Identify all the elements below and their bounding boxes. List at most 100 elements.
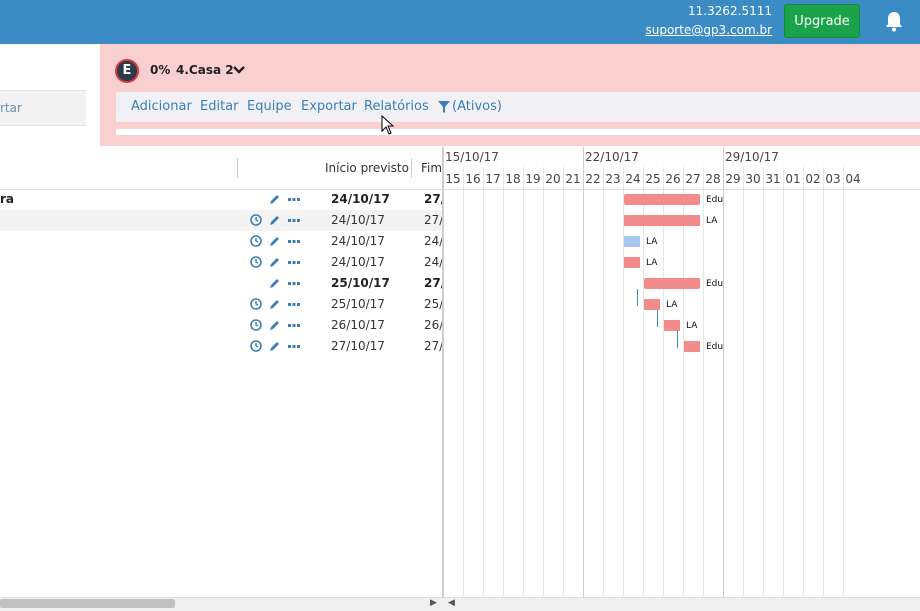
gantt-header-divider	[443, 189, 920, 190]
task-bar[interactable]	[664, 320, 680, 331]
day-label: 20	[545, 172, 561, 186]
day-label: 03	[825, 172, 841, 186]
clock-icon[interactable]	[250, 298, 262, 310]
pencil-icon[interactable]	[269, 340, 281, 352]
menu-equipe[interactable]: Equipe	[247, 99, 292, 114]
pencil-icon[interactable]	[269, 256, 281, 268]
more-options-icon[interactable]	[288, 214, 300, 226]
upgrade-button[interactable]: Upgrade	[784, 4, 860, 38]
day-label: 27	[685, 172, 701, 186]
grid-line	[563, 167, 564, 597]
task-bar[interactable]	[684, 341, 700, 352]
grid-line	[583, 147, 584, 597]
column-header-start[interactable]: Início previsto	[325, 161, 409, 175]
grid-line	[743, 167, 744, 597]
day-label: 23	[605, 172, 621, 186]
table-row[interactable]: 25/10/17 25/	[0, 294, 442, 315]
table-row[interactable]: 24/10/17 24/	[0, 252, 442, 273]
clock-icon[interactable]	[250, 340, 262, 352]
menu-editar[interactable]: Editar	[200, 99, 239, 114]
more-options-icon[interactable]	[288, 193, 300, 205]
dependency-link	[677, 331, 678, 348]
bar-resource-label: LA	[646, 258, 658, 268]
menu-exportar[interactable]: Exportar	[301, 99, 357, 114]
task-name[interactable]: ra	[0, 192, 14, 206]
grid-line	[643, 167, 644, 597]
start-date-cell: 24/10/17	[331, 213, 385, 227]
grid-line	[723, 147, 724, 597]
clock-icon[interactable]	[250, 235, 262, 247]
day-label: 25	[645, 172, 661, 186]
summary-bar[interactable]	[644, 278, 700, 289]
pencil-icon[interactable]	[269, 277, 281, 289]
start-date-cell: 25/10/17	[331, 297, 385, 311]
left-export-button[interactable]: rtar	[0, 90, 86, 126]
end-date-cell: 27/	[424, 339, 442, 353]
day-label: 17	[485, 172, 501, 186]
more-options-icon[interactable]	[288, 256, 300, 268]
table-row[interactable]: 26/10/17 26/	[0, 315, 442, 336]
project-percent: 0%	[150, 63, 171, 77]
table-row[interactable]: 24/10/17 27/	[0, 210, 442, 231]
start-date-cell: 25/10/17	[331, 276, 390, 290]
task-bar[interactable]	[644, 299, 660, 310]
bar-resource-label: LA	[686, 321, 698, 331]
end-date-cell: 25/	[424, 297, 442, 311]
table-row[interactable]: 27/10/17 27/	[0, 336, 442, 357]
pencil-icon[interactable]	[269, 235, 281, 247]
grid-line	[843, 167, 844, 597]
column-divider[interactable]	[237, 158, 238, 178]
project-name[interactable]: 4.Casa 2	[176, 63, 234, 77]
scrollbar-thumb[interactable]	[0, 599, 175, 608]
more-options-icon[interactable]	[288, 277, 300, 289]
menu-filter-ativos[interactable]: (Ativos)	[452, 99, 502, 114]
bell-icon[interactable]	[884, 10, 904, 32]
support-email-link[interactable]: suporte@gp3.com.br	[645, 23, 772, 37]
column-header-end[interactable]: Fim	[421, 161, 441, 175]
bar-resource-label: LA	[666, 300, 678, 310]
scroll-right-icon[interactable]: ▶	[430, 598, 437, 608]
column-divider[interactable]	[411, 158, 412, 178]
pencil-icon[interactable]	[269, 193, 281, 205]
pencil-icon[interactable]	[269, 298, 281, 310]
more-options-icon[interactable]	[288, 298, 300, 310]
task-bar[interactable]	[624, 257, 640, 268]
menu-adicionar[interactable]: Adicionar	[131, 99, 192, 114]
project-logo: E	[115, 59, 139, 83]
gantt-chart: 15/10/17 22/10/17 29/10/17 15 16 17 18 19 20 21 22…	[442, 147, 920, 597]
more-options-icon[interactable]	[288, 235, 300, 247]
support-phone: 11.3262.5111	[688, 4, 772, 18]
end-date-cell: 26/	[424, 318, 442, 332]
grid-line	[763, 167, 764, 597]
grid-line	[443, 147, 444, 597]
task-bar[interactable]	[624, 215, 700, 226]
grid-line	[823, 167, 824, 597]
table-row[interactable]: 25/10/17 27/	[0, 273, 442, 294]
end-date-cell: 24/	[424, 255, 442, 269]
table-row[interactable]: ra 24/10/17 27/	[0, 189, 442, 210]
filter-icon[interactable]	[438, 101, 450, 113]
task-bar[interactable]	[624, 236, 640, 247]
summary-bar[interactable]	[624, 194, 700, 205]
day-label: 29	[725, 172, 741, 186]
day-label: 26	[665, 172, 681, 186]
grid-line	[783, 167, 784, 597]
end-date-cell: 24/	[424, 234, 442, 248]
pencil-icon[interactable]	[269, 214, 281, 226]
more-options-icon[interactable]	[288, 340, 300, 352]
grid-line	[803, 167, 804, 597]
week-label: 15/10/17	[445, 150, 499, 164]
scroll-left-icon[interactable]: ◀	[448, 598, 455, 608]
clock-icon[interactable]	[250, 214, 262, 226]
grid-line	[523, 167, 524, 597]
clock-icon[interactable]	[250, 319, 262, 331]
bar-resource-label: Edu	[706, 195, 724, 205]
day-label: 02	[805, 172, 821, 186]
menu-relatorios[interactable]: Relatórios	[364, 99, 429, 114]
chevron-down-icon[interactable]	[232, 64, 246, 76]
clock-icon[interactable]	[250, 256, 262, 268]
day-label: 30	[745, 172, 761, 186]
table-row[interactable]: 24/10/17 24/	[0, 231, 442, 252]
more-options-icon[interactable]	[288, 319, 300, 331]
pencil-icon[interactable]	[269, 319, 281, 331]
